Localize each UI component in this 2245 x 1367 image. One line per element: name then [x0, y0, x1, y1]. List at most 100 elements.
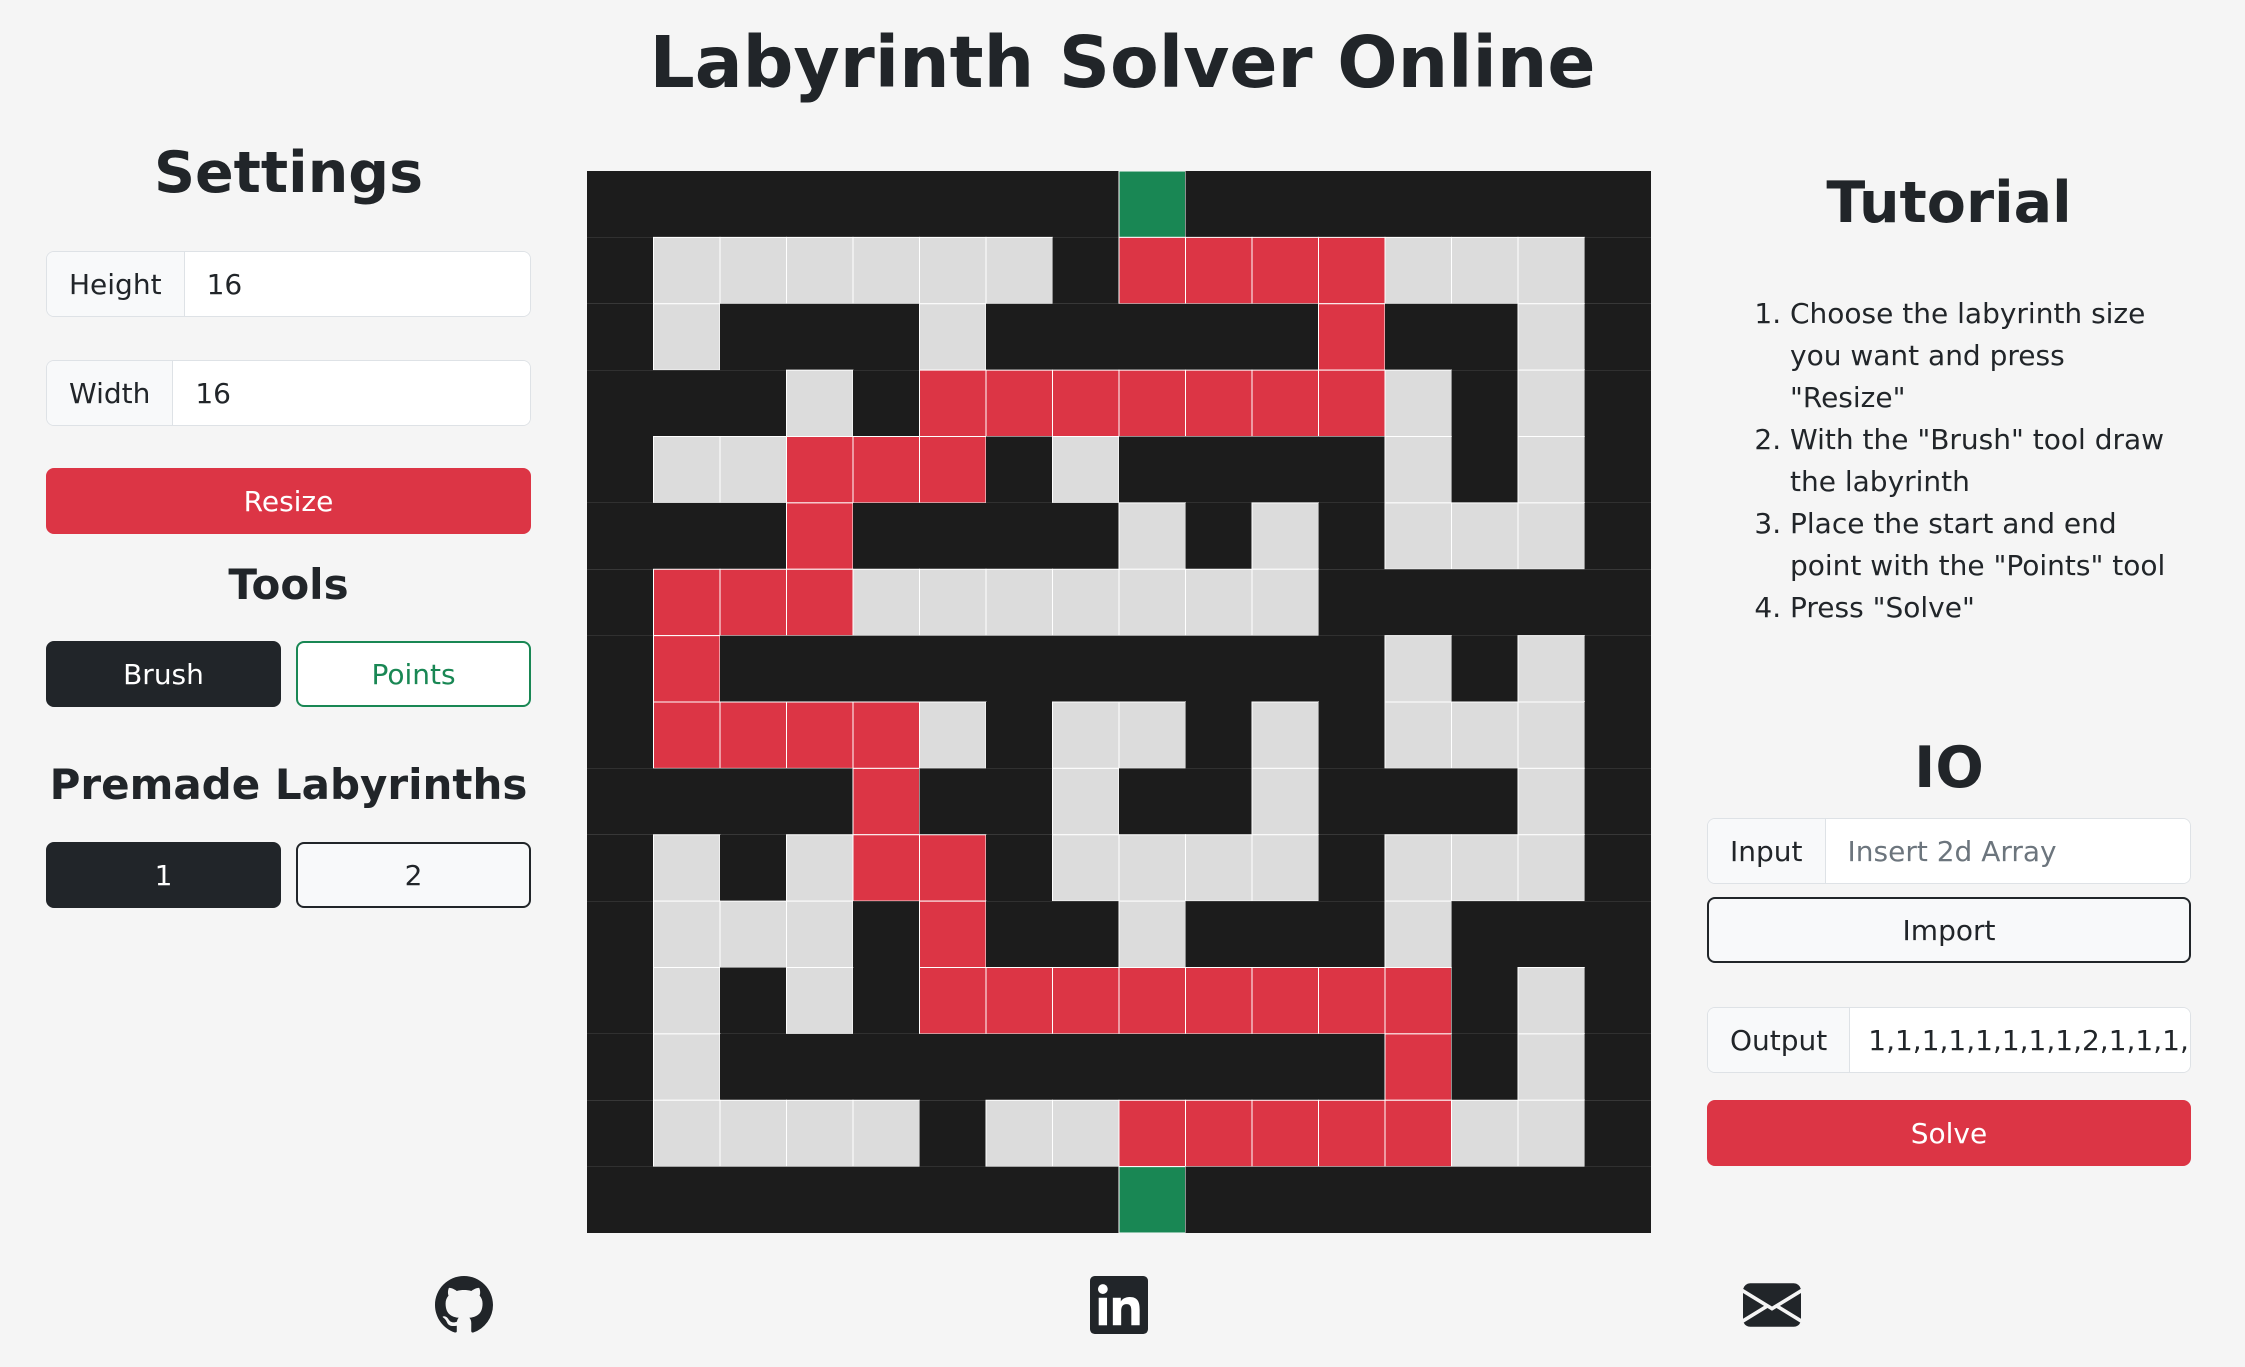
maze-cell-path[interactable] — [919, 369, 987, 437]
maze-cell-wall[interactable] — [1584, 171, 1652, 238]
maze-cell-path[interactable] — [1052, 369, 1120, 437]
maze-cell-wall[interactable] — [919, 1033, 987, 1101]
maze-cell-wall[interactable] — [986, 901, 1053, 968]
maze-cell-path[interactable] — [786, 436, 854, 504]
maze-cell-wall[interactable] — [1185, 171, 1253, 238]
maze-cell-open[interactable] — [985, 236, 1053, 305]
maze-cell-wall[interactable] — [1318, 834, 1386, 902]
maze-cell-wall[interactable] — [919, 635, 987, 702]
maze-grid[interactable] — [587, 171, 1651, 1233]
maze-cell-open[interactable] — [1451, 834, 1519, 902]
maze-cell-wall[interactable] — [653, 370, 721, 437]
maze-cell-wall[interactable] — [1185, 303, 1253, 371]
maze-cell-wall[interactable] — [653, 171, 721, 238]
output-field[interactable] — [1850, 1008, 2190, 1072]
maze-cell-open[interactable] — [1185, 834, 1253, 902]
maze-cell-wall[interactable] — [1584, 502, 1652, 570]
maze-cell-open[interactable] — [1517, 236, 1585, 305]
maze-cell-open[interactable] — [653, 303, 721, 371]
maze-cell-path[interactable] — [1052, 967, 1120, 1035]
maze-cell-wall[interactable] — [1385, 171, 1452, 238]
maze-cell-wall[interactable] — [986, 303, 1053, 371]
maze-cell-wall[interactable] — [1252, 171, 1319, 238]
maze-cell-open[interactable] — [653, 436, 721, 504]
maze-cell-path[interactable] — [1251, 236, 1319, 305]
maze-cell-wall[interactable] — [653, 1166, 721, 1233]
maze-cell-wall[interactable] — [786, 1166, 854, 1233]
maze-cell-wall[interactable] — [720, 303, 787, 371]
maze-cell-open[interactable] — [653, 834, 721, 902]
maze-cell-path[interactable] — [653, 568, 721, 637]
maze-cell-wall[interactable] — [1052, 237, 1120, 304]
maze-cell-wall[interactable] — [1318, 1033, 1386, 1101]
maze-cell-open[interactable] — [653, 1099, 721, 1168]
maze-cell-open[interactable] — [653, 1033, 721, 1101]
maze-cell-wall[interactable] — [1252, 1166, 1319, 1233]
maze-cell-open[interactable] — [1451, 701, 1519, 769]
maze-cell-open[interactable] — [786, 369, 854, 437]
maze-cell-wall[interactable] — [1584, 303, 1652, 371]
maze-cell-wall[interactable] — [1385, 1166, 1452, 1233]
maze-cell-wall[interactable] — [1584, 569, 1652, 636]
maze-cell-wall[interactable] — [587, 569, 654, 636]
maze-cell-path[interactable] — [1118, 967, 1186, 1035]
maze-cell-wall[interactable] — [1318, 436, 1386, 503]
maze-cell-wall[interactable] — [1052, 1166, 1120, 1233]
maze-cell-wall[interactable] — [1052, 502, 1120, 570]
maze-cell-wall[interactable] — [587, 834, 654, 902]
maze-cell-wall[interactable] — [1584, 436, 1652, 503]
maze-cell-path[interactable] — [1251, 967, 1319, 1035]
maze-canvas[interactable] — [587, 171, 1651, 1233]
maze-cell-path[interactable] — [786, 701, 854, 769]
maze-cell-path[interactable] — [786, 502, 854, 570]
maze-cell-wall[interactable] — [1584, 834, 1652, 902]
maze-cell-wall[interactable] — [1119, 768, 1186, 835]
premade-2-button[interactable]: 2 — [296, 842, 531, 908]
maze-cell-wall[interactable] — [1252, 635, 1319, 702]
maze-cell-path[interactable] — [985, 369, 1053, 437]
maze-cell-open[interactable] — [1052, 767, 1120, 836]
maze-cell-wall[interactable] — [1584, 702, 1652, 769]
maze-cell-wall[interactable] — [986, 702, 1053, 769]
maze-cell-wall[interactable] — [1584, 768, 1652, 835]
maze-cell-wall[interactable] — [853, 635, 920, 702]
maze-cell-wall[interactable] — [1318, 1166, 1386, 1233]
maze-cell-path[interactable] — [1251, 369, 1319, 437]
maze-cell-open[interactable] — [919, 236, 987, 305]
maze-cell-wall[interactable] — [1318, 702, 1386, 769]
maze-cell-wall[interactable] — [853, 1166, 920, 1233]
maze-cell-wall[interactable] — [1451, 1166, 1519, 1233]
maze-cell-wall[interactable] — [1185, 702, 1253, 769]
maze-cell-wall[interactable] — [1318, 502, 1386, 570]
maze-cell-wall[interactable] — [1318, 569, 1386, 636]
maze-cell-wall[interactable] — [1451, 967, 1519, 1034]
maze-cell-wall[interactable] — [587, 303, 654, 371]
maze-cell-wall[interactable] — [720, 171, 787, 238]
maze-cell-wall[interactable] — [986, 171, 1053, 238]
maze-cell-path[interactable] — [919, 967, 987, 1035]
maze-cell-point[interactable] — [1118, 1166, 1186, 1233]
maze-cell-path[interactable] — [653, 635, 721, 703]
maze-cell-wall[interactable] — [1451, 635, 1519, 702]
maze-cell-wall[interactable] — [986, 834, 1053, 902]
maze-cell-open[interactable] — [1384, 635, 1452, 703]
maze-cell-wall[interactable] — [786, 1033, 854, 1101]
maze-cell-path[interactable] — [1185, 369, 1253, 437]
maze-cell-wall[interactable] — [587, 237, 654, 304]
maze-cell-wall[interactable] — [919, 502, 987, 570]
maze-cell-wall[interactable] — [1052, 901, 1120, 968]
maze-cell-wall[interactable] — [587, 436, 654, 503]
maze-cell-open[interactable] — [1251, 502, 1319, 570]
maze-cell-open[interactable] — [852, 236, 920, 305]
maze-cell-wall[interactable] — [1318, 635, 1386, 702]
maze-cell-wall[interactable] — [1385, 768, 1452, 835]
maze-cell-open[interactable] — [1517, 1033, 1585, 1101]
maze-cell-open[interactable] — [1052, 568, 1120, 637]
maze-cell-path[interactable] — [1318, 1099, 1386, 1168]
maze-cell-open[interactable] — [852, 1099, 920, 1168]
maze-cell-open[interactable] — [1517, 502, 1585, 570]
maze-cell-wall[interactable] — [1185, 502, 1253, 570]
maze-cell-wall[interactable] — [1451, 303, 1519, 371]
maze-cell-wall[interactable] — [1185, 901, 1253, 968]
premade-1-button[interactable]: 1 — [46, 842, 281, 908]
